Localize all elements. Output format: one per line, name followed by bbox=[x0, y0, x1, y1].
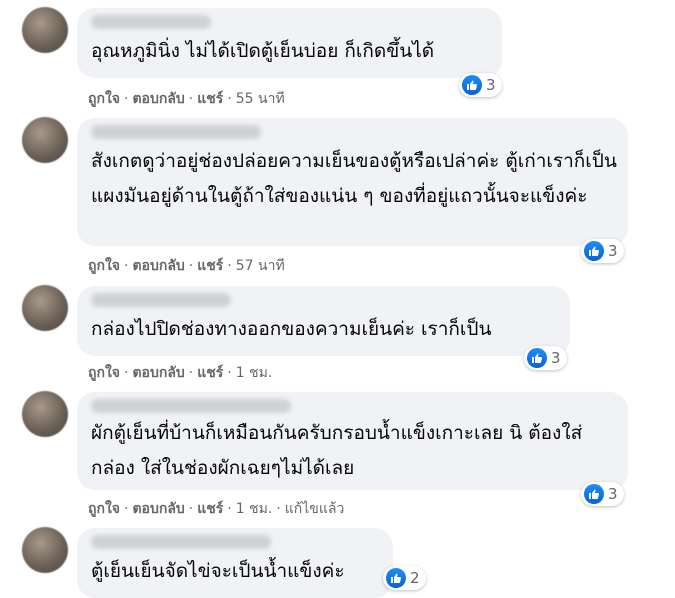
reaction-summary[interactable]: 3 bbox=[524, 346, 567, 370]
reaction-count: 3 bbox=[608, 242, 618, 260]
comment-bubble: สังเกตดูว่าอยู่ช่องปล่อยความเย็นของตู้หร… bbox=[77, 118, 628, 246]
reaction-count: 3 bbox=[486, 76, 496, 94]
author-name[interactable] bbox=[91, 15, 211, 29]
timestamp[interactable]: 1 ชม. bbox=[236, 365, 273, 381]
timestamp[interactable]: 55 นาที bbox=[236, 91, 285, 107]
reply-link[interactable]: ตอบกลับ bbox=[132, 501, 184, 517]
avatar[interactable] bbox=[22, 7, 68, 53]
like-link[interactable]: ถูกใจ bbox=[88, 258, 120, 274]
comment-bubble: ตู้เย็นเย็นจัดไข่จะเป็นน้ำแข็งค่ะ bbox=[77, 528, 393, 598]
reaction-summary[interactable]: 2 bbox=[383, 566, 426, 590]
comment-text: ผักตู้เย็นที่บ้านก็เหมือนกันครับกรอบน้ำแ… bbox=[91, 422, 583, 479]
comment-bubble: ผักตู้เย็นที่บ้านก็เหมือนกันครับกรอบน้ำแ… bbox=[77, 392, 628, 490]
reaction-count: 2 bbox=[410, 569, 420, 587]
author-name[interactable] bbox=[91, 535, 271, 549]
author-name[interactable] bbox=[91, 293, 231, 307]
thumbs-up-icon bbox=[462, 75, 482, 95]
reaction-count: 3 bbox=[551, 349, 561, 367]
reaction-summary[interactable]: 3 bbox=[581, 239, 624, 263]
thumbs-up-icon bbox=[386, 568, 406, 588]
author-name[interactable] bbox=[91, 399, 291, 413]
comment-bubble: อุณหภูมินิ่ง ไม่ได้เปิดตู้เย็นบ่อย ก็เกิ… bbox=[77, 8, 502, 78]
edited-label[interactable]: แก้ไขแล้ว bbox=[285, 501, 345, 517]
comment-actions: ถูกใจ · ตอบกลับ · แชร์ · 57 นาที bbox=[88, 258, 285, 274]
reaction-count: 3 bbox=[608, 485, 618, 503]
avatar[interactable] bbox=[22, 285, 68, 331]
comment-actions: ถูกใจ · ตอบกลับ · แชร์ · 1 ชม. bbox=[88, 365, 273, 381]
reaction-summary[interactable]: 3 bbox=[459, 73, 502, 97]
timestamp[interactable]: 57 นาที bbox=[236, 258, 285, 274]
share-link[interactable]: แชร์ bbox=[197, 365, 223, 381]
thumbs-up-icon bbox=[584, 241, 604, 261]
comment-text: สังเกตดูว่าอยู่ช่องปล่อยความเย็นของตู้หร… bbox=[91, 150, 617, 207]
share-link[interactable]: แชร์ bbox=[197, 258, 223, 274]
thumbs-up-icon bbox=[527, 348, 547, 368]
avatar[interactable] bbox=[22, 391, 68, 437]
like-link[interactable]: ถูกใจ bbox=[88, 91, 120, 107]
comment-text: ตู้เย็นเย็นจัดไข่จะเป็นน้ำแข็งค่ะ bbox=[91, 560, 345, 582]
like-link[interactable]: ถูกใจ bbox=[88, 501, 120, 517]
author-name[interactable] bbox=[91, 125, 261, 139]
comment-actions: ถูกใจ · ตอบกลับ · แชร์ · 55 นาที bbox=[88, 91, 285, 107]
reply-link[interactable]: ตอบกลับ bbox=[132, 91, 184, 107]
like-link[interactable]: ถูกใจ bbox=[88, 365, 120, 381]
avatar[interactable] bbox=[22, 117, 68, 163]
comment-bubble: กล่องไปปิดช่องทางออกของความเย็นค่ะ เราก็… bbox=[77, 286, 570, 356]
comment-text: อุณหภูมินิ่ง ไม่ได้เปิดตู้เย็นบ่อย ก็เกิ… bbox=[91, 40, 435, 62]
comment-text: กล่องไปปิดช่องทางออกของความเย็นค่ะ เราก็… bbox=[91, 318, 492, 340]
thumbs-up-icon bbox=[584, 484, 604, 504]
share-link[interactable]: แชร์ bbox=[197, 91, 223, 107]
avatar[interactable] bbox=[22, 527, 68, 573]
share-link[interactable]: แชร์ bbox=[197, 501, 223, 517]
timestamp[interactable]: 1 ชม. bbox=[236, 501, 273, 517]
reply-link[interactable]: ตอบกลับ bbox=[132, 365, 184, 381]
comment-actions: ถูกใจ · ตอบกลับ · แชร์ · 1 ชม. · แก้ไขแล้ว bbox=[88, 501, 345, 517]
reaction-summary[interactable]: 3 bbox=[581, 482, 624, 506]
reply-link[interactable]: ตอบกลับ bbox=[132, 258, 184, 274]
